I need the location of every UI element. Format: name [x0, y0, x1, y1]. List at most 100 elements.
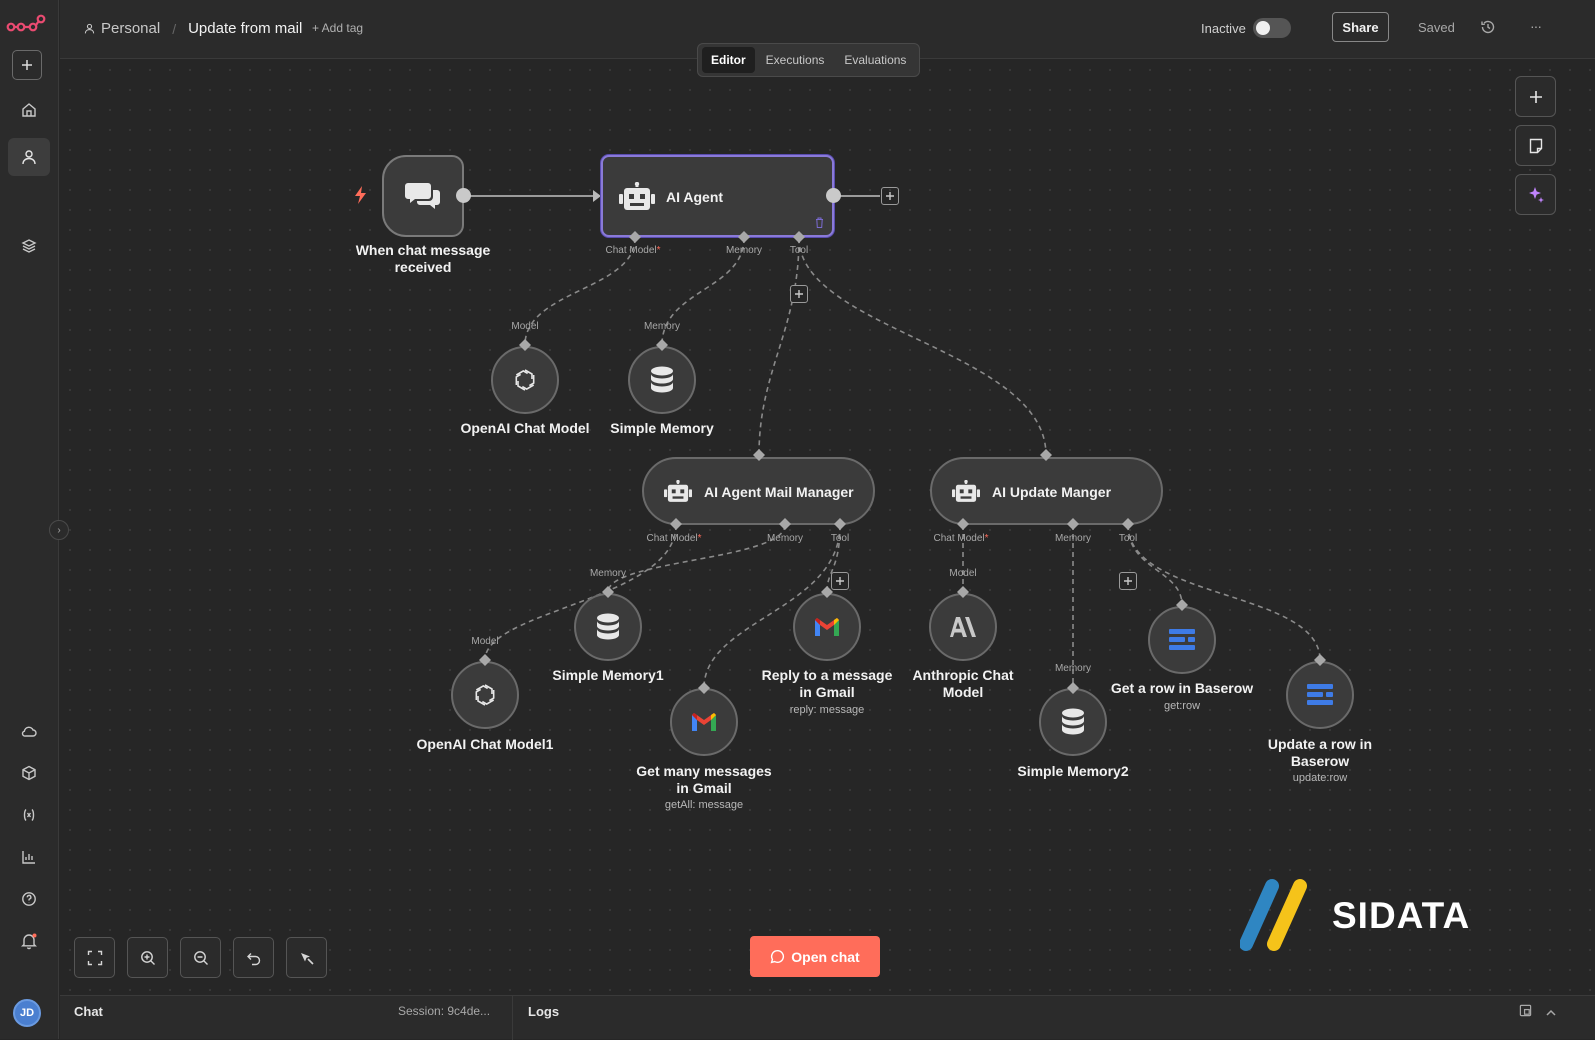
add-tool-button[interactable]	[790, 285, 808, 303]
simple-memory1-node[interactable]	[574, 593, 642, 661]
project-link[interactable]: Personal	[101, 20, 160, 37]
database-icon	[597, 613, 619, 640]
simple-memory-node[interactable]	[628, 346, 696, 414]
bottom-panel: Chat Session: 9c4de... Logs	[60, 995, 1595, 1040]
insights-icon[interactable]	[8, 838, 50, 876]
anthropic-chat-model-node[interactable]	[929, 593, 997, 661]
personal-icon[interactable]	[8, 138, 50, 176]
tab-executions[interactable]: Executions	[757, 47, 834, 73]
chat-panel-title[interactable]: Chat	[74, 1004, 103, 1019]
gmail-getall-subtitle: getAll: message	[664, 799, 744, 811]
update-port-tool: Tool	[1118, 533, 1138, 544]
port-dot[interactable]	[456, 188, 471, 203]
ai-assistant-button[interactable]	[1515, 174, 1556, 215]
sidebar-collapse-button[interactable]: ›	[49, 520, 69, 540]
open-chat-button[interactable]: Open chat	[750, 936, 880, 977]
workflow-canvas[interactable]: When chat message received AI Agent Chat…	[60, 60, 1595, 995]
ai-agent-node-label: AI Agent	[666, 189, 724, 205]
panel-divider	[512, 996, 513, 1040]
add-node-panel-button[interactable]	[1515, 76, 1556, 117]
tab-editor[interactable]: Editor	[702, 47, 755, 73]
openai-icon	[515, 369, 535, 391]
openai-icon	[475, 684, 495, 706]
update-port-memory: Memory	[1054, 533, 1092, 544]
projects-icon[interactable]	[8, 227, 50, 265]
openai-chat-model1-label: OpenAI Chat Model1	[416, 736, 554, 752]
ai-update-manager-node[interactable]: AI Update Manger	[930, 457, 1163, 525]
baserow-update-subtitle: update:row	[1292, 772, 1348, 784]
mail-port-tool: Tool	[830, 533, 850, 544]
templates-icon[interactable]	[8, 754, 50, 792]
zoom-in-button[interactable]	[127, 937, 168, 978]
session-id[interactable]: Session: 9c4de...	[398, 1004, 490, 1018]
agent-port-memory: Memory	[725, 245, 763, 256]
baserow-icon	[1169, 629, 1195, 650]
active-toggle[interactable]	[1253, 18, 1291, 38]
gmail-icon	[692, 713, 716, 731]
baserow-update-node[interactable]	[1286, 661, 1354, 729]
openai-chat-model1-node[interactable]	[451, 661, 519, 729]
workflow-name[interactable]: Update from mail	[188, 20, 302, 37]
sidebar: JD	[0, 0, 59, 1039]
add-tool-button[interactable]	[831, 572, 849, 590]
gmail-getall-node[interactable]	[670, 688, 738, 756]
sidata-logo: SIDATA	[1240, 878, 1480, 954]
add-tool-button[interactable]	[1119, 572, 1137, 590]
openai1-port-model: Model	[471, 636, 499, 647]
n8n-logo[interactable]	[6, 12, 46, 36]
create-button[interactable]	[12, 50, 42, 80]
user-icon	[84, 23, 95, 34]
baserow-get-node[interactable]	[1148, 606, 1216, 674]
gmail-reply-subtitle: reply: message	[789, 704, 865, 716]
reset-zoom-button[interactable]	[233, 937, 274, 978]
agent-port-chat-model: Chat Model*	[605, 245, 661, 256]
gmail-reply-node[interactable]	[793, 593, 861, 661]
popout-icon[interactable]	[1519, 1004, 1532, 1022]
chevron-up-icon[interactable]	[1545, 1005, 1557, 1023]
sticky-note-button[interactable]	[1515, 125, 1556, 166]
baserow-get-subtitle: get:row	[1163, 700, 1201, 712]
robot-icon	[952, 480, 980, 502]
help-icon[interactable]	[8, 880, 50, 918]
view-tabs: Editor Executions Evaluations	[697, 43, 921, 77]
memory1-port: Memory	[589, 568, 627, 579]
zoom-out-button[interactable]	[180, 937, 221, 978]
trigger-node[interactable]	[382, 155, 464, 237]
notifications-icon[interactable]	[8, 922, 50, 960]
sidata-logo-mark	[1240, 879, 1307, 951]
agent-port-tool: Tool	[789, 245, 809, 256]
breadcrumb-separator: /	[172, 20, 177, 37]
share-button[interactable]: Share	[1332, 12, 1389, 42]
ai-agent-mail-manager-node[interactable]: AI Agent Mail Manager	[642, 457, 875, 525]
update-manager-label: AI Update Manger	[992, 484, 1112, 500]
ai-agent-node[interactable]: AI Agent	[601, 155, 834, 237]
variables-icon[interactable]	[8, 796, 50, 834]
tidy-up-button[interactable]	[286, 937, 327, 978]
simple-memory-label: Simple Memory	[610, 420, 714, 436]
gmail-getall-label: Get many messages in Gmail	[636, 763, 772, 796]
port-dot[interactable]	[826, 188, 841, 203]
mail-manager-label: AI Agent Mail Manager	[704, 484, 854, 500]
sidata-logo-text: SIDATA	[1332, 895, 1471, 936]
trash-icon[interactable]	[815, 217, 824, 228]
openai-chat-model-node[interactable]	[491, 346, 559, 414]
simple-memory2-node[interactable]	[1039, 688, 1107, 756]
baserow-update-label: Update a row in Baserow	[1267, 736, 1373, 769]
home-icon[interactable]	[8, 91, 50, 129]
add-node-button[interactable]	[881, 187, 899, 205]
mail-port-chat-model: Chat Model*	[646, 533, 702, 544]
gmail-reply-label: Reply to a message in Gmail	[761, 667, 893, 700]
baserow-get-label: Get a row in Baserow	[1110, 680, 1254, 696]
add-tag-button[interactable]: + Add tag	[312, 21, 363, 35]
connection-agent-mailmanager	[758, 237, 800, 456]
logs-panel-title[interactable]: Logs	[528, 1004, 559, 1019]
cloud-icon[interactable]	[8, 712, 50, 750]
fit-view-button[interactable]	[74, 937, 115, 978]
avatar[interactable]: JD	[13, 999, 41, 1027]
tab-evaluations[interactable]: Evaluations	[835, 47, 915, 73]
trigger-node-label: When chat message received	[355, 242, 491, 275]
memory-port: Memory	[643, 321, 681, 332]
robot-icon	[664, 480, 692, 502]
history-icon[interactable]	[1480, 19, 1496, 40]
more-menu-button[interactable]: ···	[1530, 18, 1542, 34]
